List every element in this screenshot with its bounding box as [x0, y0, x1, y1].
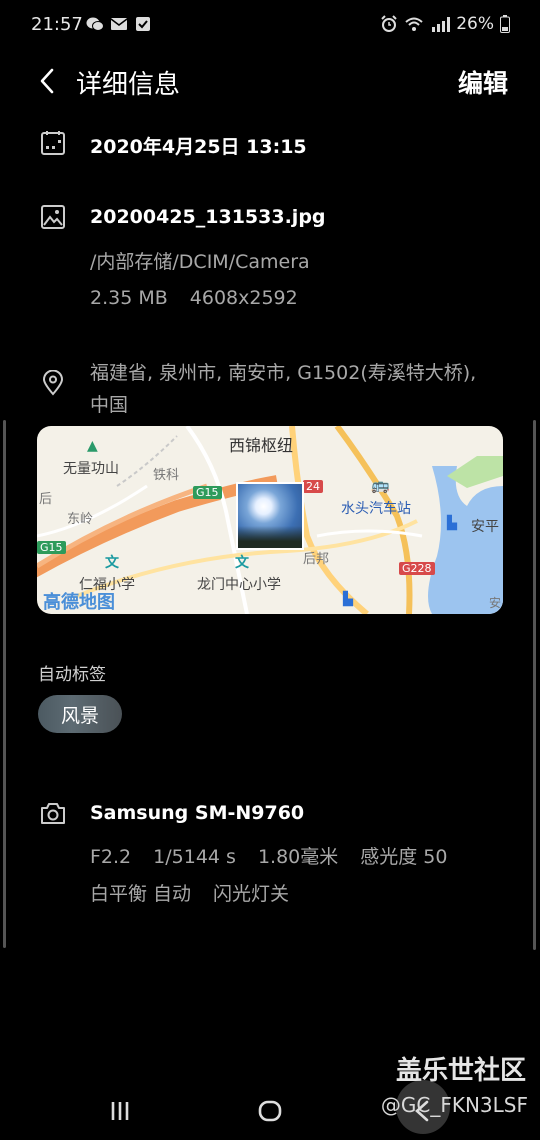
alarm-icon [381, 15, 397, 32]
checkbox-icon [136, 17, 150, 31]
map-label-stray-a: 后 [39, 492, 53, 507]
chevron-left-icon [40, 68, 54, 94]
home-button[interactable] [250, 1094, 290, 1128]
road-badge-g228: G228 [399, 562, 435, 575]
road-badge-24: 24 [303, 480, 323, 493]
amap-logo: 高德地图 [43, 592, 115, 613]
status-right: 26% [380, 14, 510, 34]
school-icon: 文 [105, 555, 119, 571]
school-icon-2: 文 [235, 555, 249, 571]
calendar-icon [41, 131, 65, 155]
address-line-2: 中国 [90, 394, 129, 416]
thumbnail-trees [238, 526, 302, 548]
map-road-5 [316, 529, 423, 538]
road-badge-g15-a: G15 [193, 486, 222, 499]
file-size: 2.35 MB [90, 287, 168, 309]
wechat-icon [86, 17, 104, 31]
building-icon: ▙ [447, 516, 457, 531]
flash-status: 闪光灯关 [213, 883, 290, 905]
notification-icons [86, 16, 152, 32]
edit-button[interactable]: 编辑 [458, 64, 508, 100]
focal-length: 1.80毫米 [257, 846, 339, 868]
photo-datetime: 2020年4月25日 13:15 [90, 136, 307, 158]
location-map[interactable]: 西锦枢纽 ▲ 无量功山 铁科 东岭 后 🚌 水头汽车站 ▙ 安平 安 文 仁福小… [37, 426, 503, 614]
map-label-houbang: 后邦 [303, 552, 330, 567]
mountain-icon: ▲ [87, 438, 98, 454]
map-label-stray-b: 安 [489, 596, 502, 610]
map-label-wuxiangong: 无量功山 [63, 461, 119, 477]
page-title: 详细信息 [76, 70, 181, 100]
location-pin-icon [42, 370, 64, 396]
battery-percent: 26% [456, 14, 494, 34]
scrollbar-right[interactable] [533, 420, 536, 950]
recents-icon [111, 1102, 129, 1120]
home-icon [258, 1100, 282, 1122]
camera-icon [41, 803, 65, 824]
map-label-dongling: 东岭 [67, 512, 94, 527]
bus-icon: 🚌 [371, 476, 390, 494]
tag-chip-label: 风景 [60, 704, 99, 727]
aperture: F2.2 [90, 846, 132, 868]
camera-settings: 白平衡 自动 闪光灯关 [90, 879, 289, 906]
white-balance: 白平衡 自动 [90, 883, 192, 905]
nav-back-icon [415, 1100, 429, 1122]
status-time: 21:57 [31, 14, 83, 35]
app-header: 详细信息 编辑 [0, 54, 540, 110]
road-badge-g15-b: G15 [37, 541, 66, 554]
building-icon-2: ▙ [343, 592, 353, 607]
shutter-speed: 1/5144 s [153, 846, 236, 868]
map-road-g228 [334, 426, 413, 614]
map-label-longmen: 龙门中心小学 [197, 577, 281, 593]
map-label-shuitou: 水头汽车站 [341, 501, 411, 517]
map-label-anping: 安平 [471, 519, 499, 535]
file-name: 20200425_131533.jpg [90, 206, 326, 228]
map-label-xijin: 西锦枢纽 [229, 436, 294, 455]
file-path: /内部存储/DCIM/Camera [90, 251, 310, 273]
tag-chip-scenery[interactable]: 风景 [38, 695, 122, 733]
recent-apps-button[interactable] [100, 1094, 140, 1128]
map-label-tieke: 铁科 [153, 468, 180, 483]
status-bar: 21:57 26% [0, 0, 540, 50]
navigation-bar [0, 1080, 540, 1140]
camera-model: Samsung SM-N9760 [90, 802, 305, 824]
mail-icon [110, 18, 128, 30]
auto-tags-title: 自动标签 [38, 665, 106, 685]
image-icon [41, 205, 65, 229]
map-water [428, 466, 503, 614]
camera-exposure: F2.2 1/5144 s 1.80毫米 感光度 50 [90, 842, 447, 869]
file-meta: 2.35 MB 4608x2592 [90, 287, 298, 309]
battery-icon [500, 15, 510, 33]
file-resolution: 4608x2592 [189, 287, 298, 309]
nav-back-button[interactable] [402, 1094, 442, 1128]
wifi-icon [405, 17, 423, 31]
signal-icon [432, 17, 451, 32]
back-button[interactable] [32, 64, 62, 98]
address-line-1: 福建省, 泉州市, 南安市, G1502(寿溪特大桥), [90, 362, 477, 384]
scrollbar-left [3, 420, 6, 948]
photo-thumbnail [236, 482, 304, 550]
iso: 感光度 50 [360, 846, 448, 868]
